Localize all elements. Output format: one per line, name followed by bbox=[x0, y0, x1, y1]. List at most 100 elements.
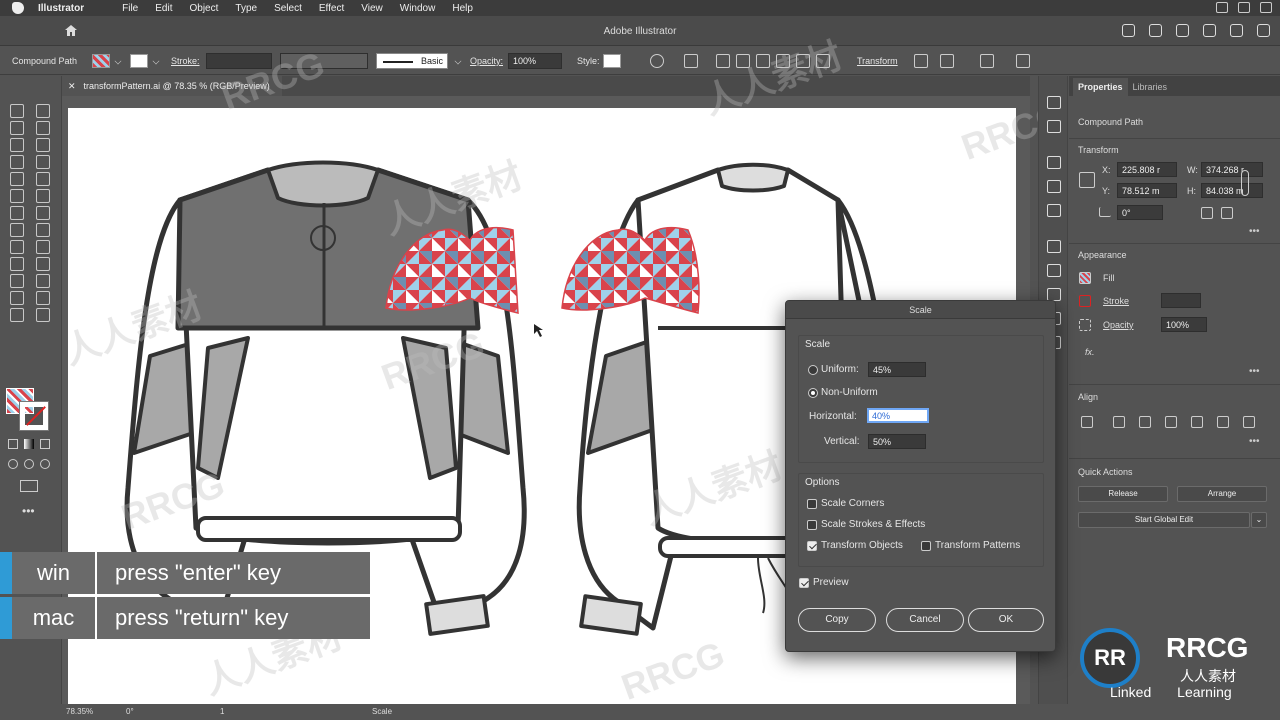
menu-view[interactable]: View bbox=[361, 3, 383, 14]
tab-properties[interactable]: Properties bbox=[1073, 78, 1128, 96]
menu-file[interactable]: File bbox=[122, 3, 138, 14]
panel-menu-icon[interactable] bbox=[1016, 54, 1030, 68]
draw-inside-icon[interactable] bbox=[40, 459, 50, 469]
non-uniform-label[interactable]: Non-Uniform bbox=[821, 387, 878, 398]
transform-link[interactable]: Transform bbox=[857, 47, 898, 75]
beaker-icon[interactable] bbox=[1122, 24, 1135, 37]
panel-align-top-icon[interactable] bbox=[1191, 416, 1203, 428]
align-to-icon[interactable] bbox=[684, 54, 698, 68]
workspace-icon[interactable] bbox=[1230, 24, 1243, 37]
constrain-proportions-icon[interactable] bbox=[1241, 170, 1249, 196]
fx-button[interactable]: fx. bbox=[1085, 347, 1095, 357]
shape-builder-icon[interactable] bbox=[10, 240, 24, 254]
artboard-number[interactable]: 1 bbox=[220, 707, 224, 716]
paintbrush-icon[interactable] bbox=[10, 189, 24, 203]
more-transform-icon[interactable]: ••• bbox=[1249, 226, 1261, 238]
stroke-dropdown-icon[interactable] bbox=[152, 57, 160, 65]
tab-libraries[interactable]: Libraries bbox=[1128, 78, 1173, 96]
uniform-radio[interactable] bbox=[808, 365, 818, 375]
panel-align-middle-icon[interactable] bbox=[1217, 416, 1229, 428]
menu-object[interactable]: Object bbox=[189, 3, 218, 14]
scale-tool-icon[interactable] bbox=[36, 206, 50, 220]
line-segment-icon[interactable] bbox=[10, 172, 24, 186]
arrange-documents-icon[interactable] bbox=[1257, 24, 1270, 37]
rotate-icon[interactable] bbox=[10, 206, 24, 220]
horizontal-field[interactable]: 40% bbox=[867, 408, 929, 423]
vertical-field[interactable]: 50% bbox=[868, 434, 926, 449]
stroke-color-swatch[interactable] bbox=[19, 401, 49, 431]
apple-icon[interactable] bbox=[12, 2, 24, 14]
scale-corners-label[interactable]: Scale Corners bbox=[821, 498, 884, 509]
graph-icon[interactable] bbox=[36, 274, 50, 288]
align-bottom-icon[interactable] bbox=[816, 54, 830, 68]
variable-width-field[interactable] bbox=[280, 53, 368, 69]
fill-swatch[interactable] bbox=[92, 54, 110, 68]
color-mode-icon[interactable] bbox=[8, 439, 18, 449]
menu-help[interactable]: Help bbox=[452, 3, 473, 14]
none-mode-icon[interactable] bbox=[40, 439, 50, 449]
menu-effect[interactable]: Effect bbox=[319, 3, 344, 14]
angle-field[interactable]: 0° bbox=[1117, 205, 1163, 220]
transform-patterns-label[interactable]: Transform Patterns bbox=[935, 540, 1020, 551]
free-transform-icon[interactable] bbox=[36, 223, 50, 237]
flip-horizontal-icon[interactable] bbox=[1201, 207, 1213, 219]
stroke-swatch[interactable] bbox=[130, 54, 148, 68]
comments-icon[interactable] bbox=[1149, 24, 1162, 37]
wifi-icon[interactable] bbox=[1216, 2, 1228, 13]
rectangle-icon[interactable] bbox=[36, 172, 50, 186]
ok-button[interactable]: OK bbox=[968, 608, 1044, 632]
menu-window[interactable]: Window bbox=[400, 3, 436, 14]
color-panel-icon[interactable] bbox=[1047, 96, 1061, 109]
menu-app-name[interactable]: Illustrator bbox=[38, 3, 84, 14]
zoom-level[interactable]: 78.35% bbox=[66, 707, 93, 716]
panel-align-left-icon[interactable] bbox=[1113, 416, 1125, 428]
recolor-icon[interactable] bbox=[650, 54, 664, 68]
gradient-icon[interactable] bbox=[36, 240, 50, 254]
menu-select[interactable]: Select bbox=[274, 3, 302, 14]
fill-swatch-icon[interactable] bbox=[1079, 272, 1091, 284]
search-icon[interactable] bbox=[1203, 24, 1216, 37]
stroke-label[interactable]: Stroke bbox=[1103, 296, 1129, 306]
spotlight-icon[interactable] bbox=[1260, 2, 1272, 13]
align-to-selection-icon[interactable] bbox=[1081, 416, 1093, 428]
pen-icon[interactable] bbox=[10, 138, 24, 152]
more-options-icon[interactable] bbox=[980, 54, 994, 68]
mesh-icon[interactable] bbox=[10, 257, 24, 271]
preview-label[interactable]: Preview bbox=[813, 577, 849, 588]
blend-icon[interactable] bbox=[36, 257, 50, 271]
pathfinder-icon[interactable] bbox=[940, 54, 954, 68]
x-field[interactable]: 225.808 r bbox=[1117, 162, 1177, 177]
artboard-icon[interactable] bbox=[10, 291, 24, 305]
stroke-swatch-icon[interactable] bbox=[1079, 295, 1091, 307]
preview-checkbox[interactable] bbox=[799, 578, 809, 588]
w-field[interactable]: 374.268 r bbox=[1201, 162, 1263, 177]
panel-align-center-icon[interactable] bbox=[1139, 416, 1151, 428]
more-appearance-icon[interactable]: ••• bbox=[1249, 366, 1261, 378]
align-right-icon[interactable] bbox=[756, 54, 770, 68]
stroke-label[interactable]: Stroke: bbox=[171, 47, 200, 75]
direct-selection-icon[interactable] bbox=[36, 104, 50, 118]
align-top-icon[interactable] bbox=[776, 54, 790, 68]
draw-behind-icon[interactable] bbox=[24, 459, 34, 469]
h-field[interactable]: 84.038 m bbox=[1201, 183, 1263, 198]
symbols-icon[interactable] bbox=[1047, 204, 1061, 217]
brush-definition[interactable]: Basic bbox=[376, 53, 448, 69]
uniform-label[interactable]: Uniform: bbox=[821, 364, 859, 375]
align-hcenter-icon[interactable] bbox=[736, 54, 750, 68]
menu-type[interactable]: Type bbox=[235, 3, 257, 14]
brushes-icon[interactable] bbox=[1047, 180, 1061, 193]
eraser-icon[interactable] bbox=[36, 189, 50, 203]
global-edit-options-button[interactable]: ⌄ bbox=[1251, 512, 1267, 528]
appearance-icon[interactable] bbox=[1047, 264, 1061, 277]
flip-vertical-icon[interactable] bbox=[1221, 207, 1233, 219]
gradient-mode-icon[interactable] bbox=[24, 439, 34, 449]
touch-type-icon[interactable] bbox=[36, 155, 50, 169]
share-icon[interactable] bbox=[1176, 24, 1189, 37]
copy-button[interactable]: Copy bbox=[798, 608, 876, 632]
curvature-icon[interactable] bbox=[36, 138, 50, 152]
zoom-icon[interactable] bbox=[36, 308, 50, 322]
rotation-value[interactable]: 0° bbox=[126, 707, 134, 716]
opacity-label[interactable]: Opacity bbox=[1103, 320, 1134, 330]
layers-icon[interactable] bbox=[1047, 240, 1061, 253]
cancel-button[interactable]: Cancel bbox=[886, 608, 964, 632]
